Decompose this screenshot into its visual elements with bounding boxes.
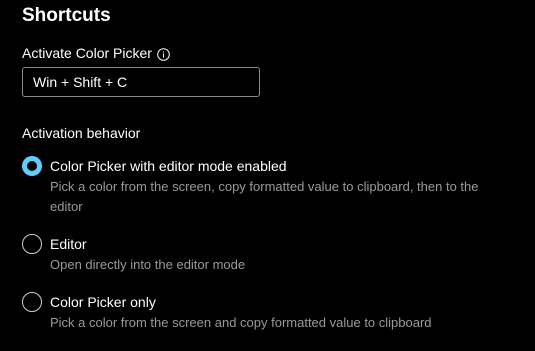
option-title: Color Picker only bbox=[50, 294, 156, 310]
radio-option-editor-mode-enabled[interactable]: Color Picker with editor mode enabled Pi… bbox=[22, 156, 490, 217]
radio-option-color-picker-only[interactable]: Color Picker only Pick a color from the … bbox=[22, 292, 490, 333]
option-description: Pick a color from the screen and copy fo… bbox=[50, 315, 432, 330]
radio-button-selected[interactable] bbox=[22, 156, 42, 176]
radio-option-editor[interactable]: Editor Open directly into the editor mod… bbox=[22, 234, 490, 275]
option-title: Editor bbox=[50, 236, 87, 252]
option-title: Color Picker with editor mode enabled bbox=[50, 158, 287, 174]
option-description: Open directly into the editor mode bbox=[50, 257, 246, 272]
activation-behavior-label: Activation behavior bbox=[22, 125, 141, 141]
option-description: Pick a color from the screen, copy forma… bbox=[50, 179, 479, 214]
activate-color-picker-label: Activate Color Picker bbox=[22, 45, 152, 61]
activate-color-picker-label-row: Activate Color Picker bbox=[22, 44, 170, 62]
section-title: Shortcuts bbox=[22, 5, 111, 26]
radio-button[interactable] bbox=[22, 292, 42, 312]
shortcut-input[interactable]: Win + Shift + C bbox=[22, 67, 260, 97]
info-icon[interactable] bbox=[157, 47, 170, 61]
radio-button[interactable] bbox=[22, 234, 42, 254]
shortcut-value: Win + Shift + C bbox=[33, 74, 128, 90]
